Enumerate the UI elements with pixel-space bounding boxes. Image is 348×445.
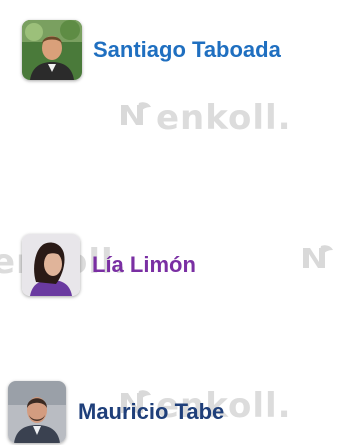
- candidate-name: Lía Limón: [92, 252, 196, 277]
- enkoll-logo-icon: [118, 99, 152, 138]
- candidate-row: Lía Limón: [22, 234, 196, 296]
- enkoll-watermark: [300, 242, 338, 281]
- candidate-name: Santiago Taboada: [93, 37, 281, 62]
- enkoll-logo-icon: [300, 242, 334, 281]
- candidate-row: Santiago Taboada: [22, 20, 281, 80]
- candidate-photo-avatar: [22, 234, 80, 296]
- candidate-photo-avatar: [22, 20, 82, 80]
- enkoll-watermark: enkoll.: [118, 98, 292, 138]
- candidate-row: Mauricio Tabe: [8, 381, 224, 443]
- candidate-name: Mauricio Tabe: [78, 399, 225, 424]
- candidate-photo-avatar: [8, 381, 66, 443]
